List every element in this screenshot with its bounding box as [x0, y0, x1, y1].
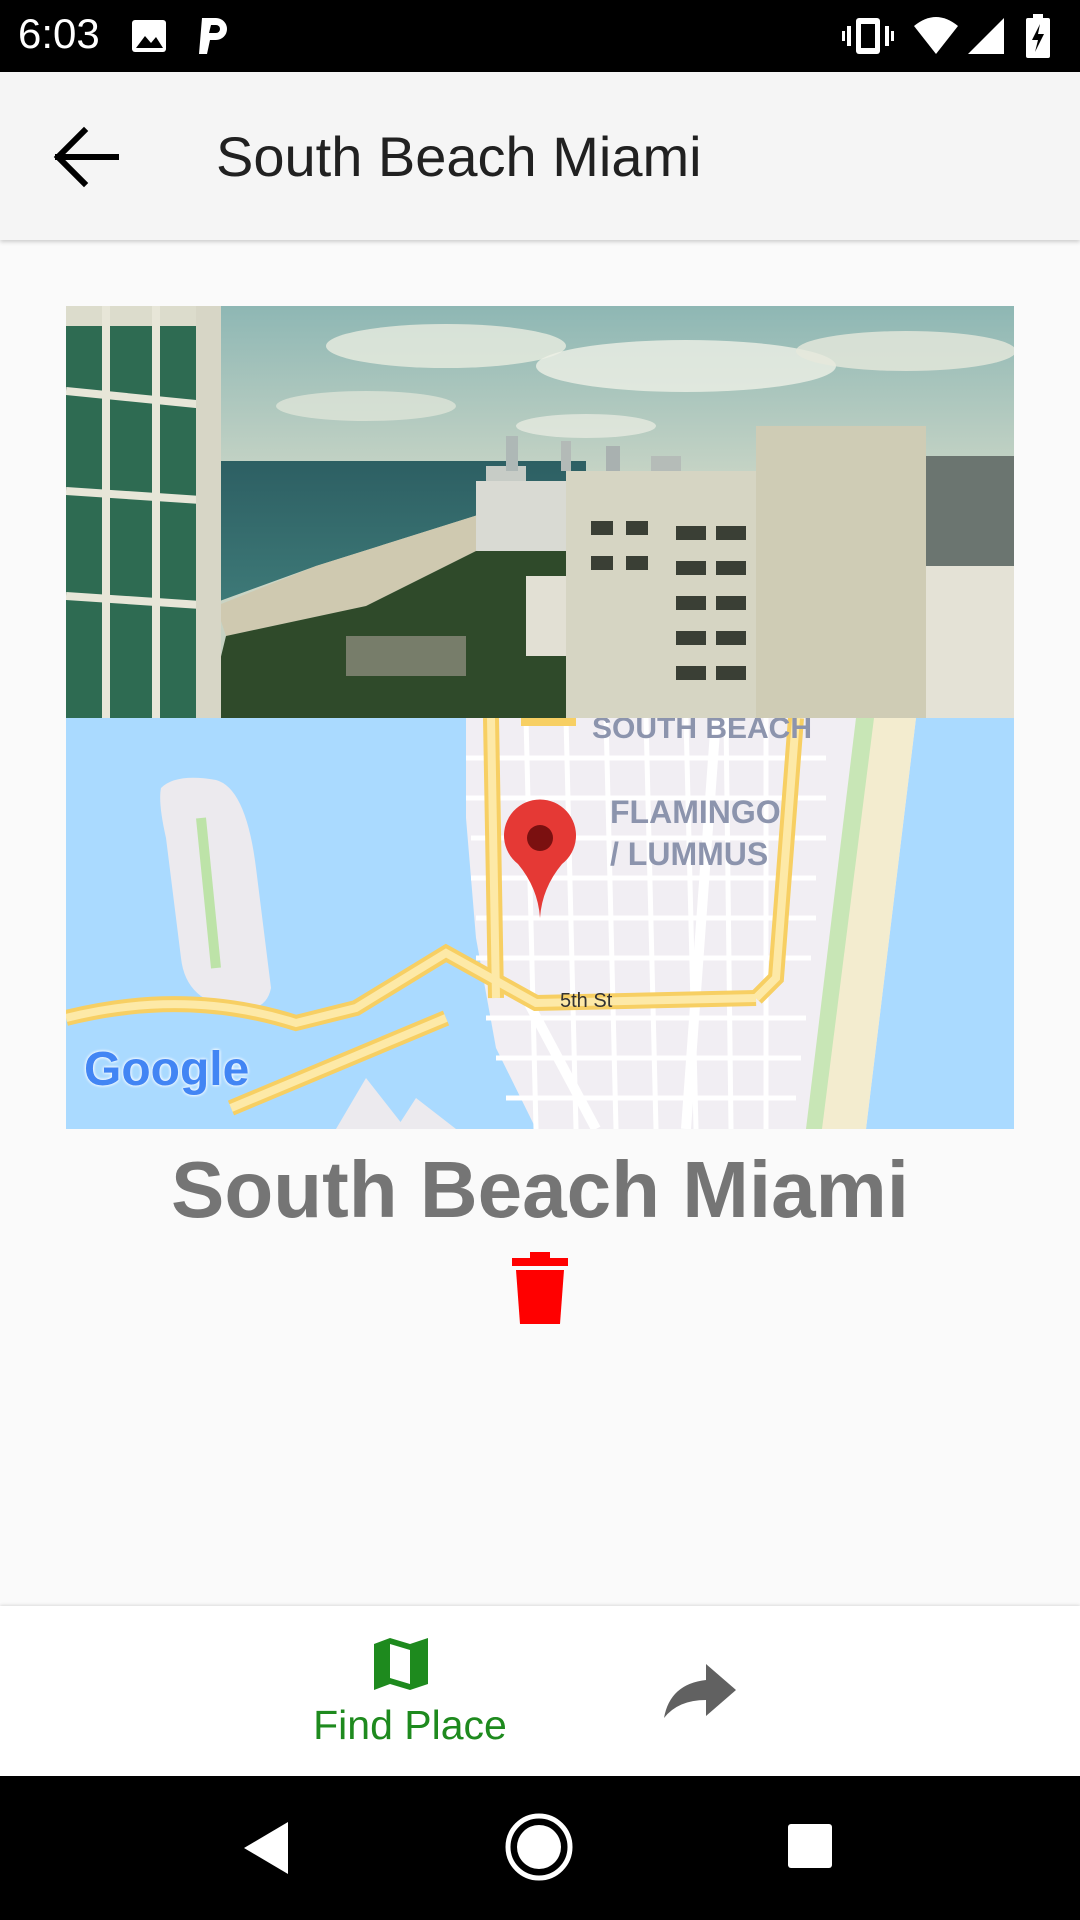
app-bar: South Beach Miami: [0, 72, 1080, 240]
bottom-navigation: Find Place: [0, 1606, 1080, 1776]
share-arrow-icon[interactable]: [660, 1656, 740, 1726]
home-circle-icon[interactable]: [504, 1812, 574, 1882]
place-name: South Beach Miami: [171, 1145, 909, 1234]
find-place-label: Find Place: [313, 1702, 507, 1748]
find-place-tab[interactable]: Find Place: [300, 1606, 520, 1776]
place-photo: [66, 306, 1014, 718]
system-navigation-bar: [0, 1776, 1080, 1920]
back-triangle-icon[interactable]: [240, 1820, 290, 1876]
vibrate-icon: [842, 18, 894, 54]
map-view[interactable]: SOUTH BEACH FLAMINGO / LUMMUS 5th St Goo…: [66, 718, 1014, 1129]
map-label-street: 5th St: [560, 990, 613, 1012]
map-icon: [374, 1638, 428, 1690]
signal-icon: [968, 18, 1004, 54]
map-label-flamingo: FLAMINGO: [610, 794, 781, 830]
wifi-icon: [914, 17, 958, 54]
arrow-back-icon[interactable]: [40, 112, 130, 202]
status-bar: 6:03: [0, 0, 1080, 72]
map-label-lummus: / LUMMUS: [610, 836, 769, 872]
recents-square-icon[interactable]: [786, 1822, 834, 1870]
trash-icon[interactable]: [512, 1252, 568, 1324]
status-time: 6:03: [18, 10, 100, 57]
map-label-south-beach: SOUTH BEACH: [592, 718, 813, 745]
map-pin-icon[interactable]: [500, 798, 580, 920]
page-title: South Beach Miami: [216, 125, 702, 188]
battery-charging-icon: [1026, 14, 1050, 58]
google-attribution: Google: [84, 1043, 250, 1096]
parking-app-icon: [199, 18, 227, 54]
image-icon: [132, 20, 166, 52]
